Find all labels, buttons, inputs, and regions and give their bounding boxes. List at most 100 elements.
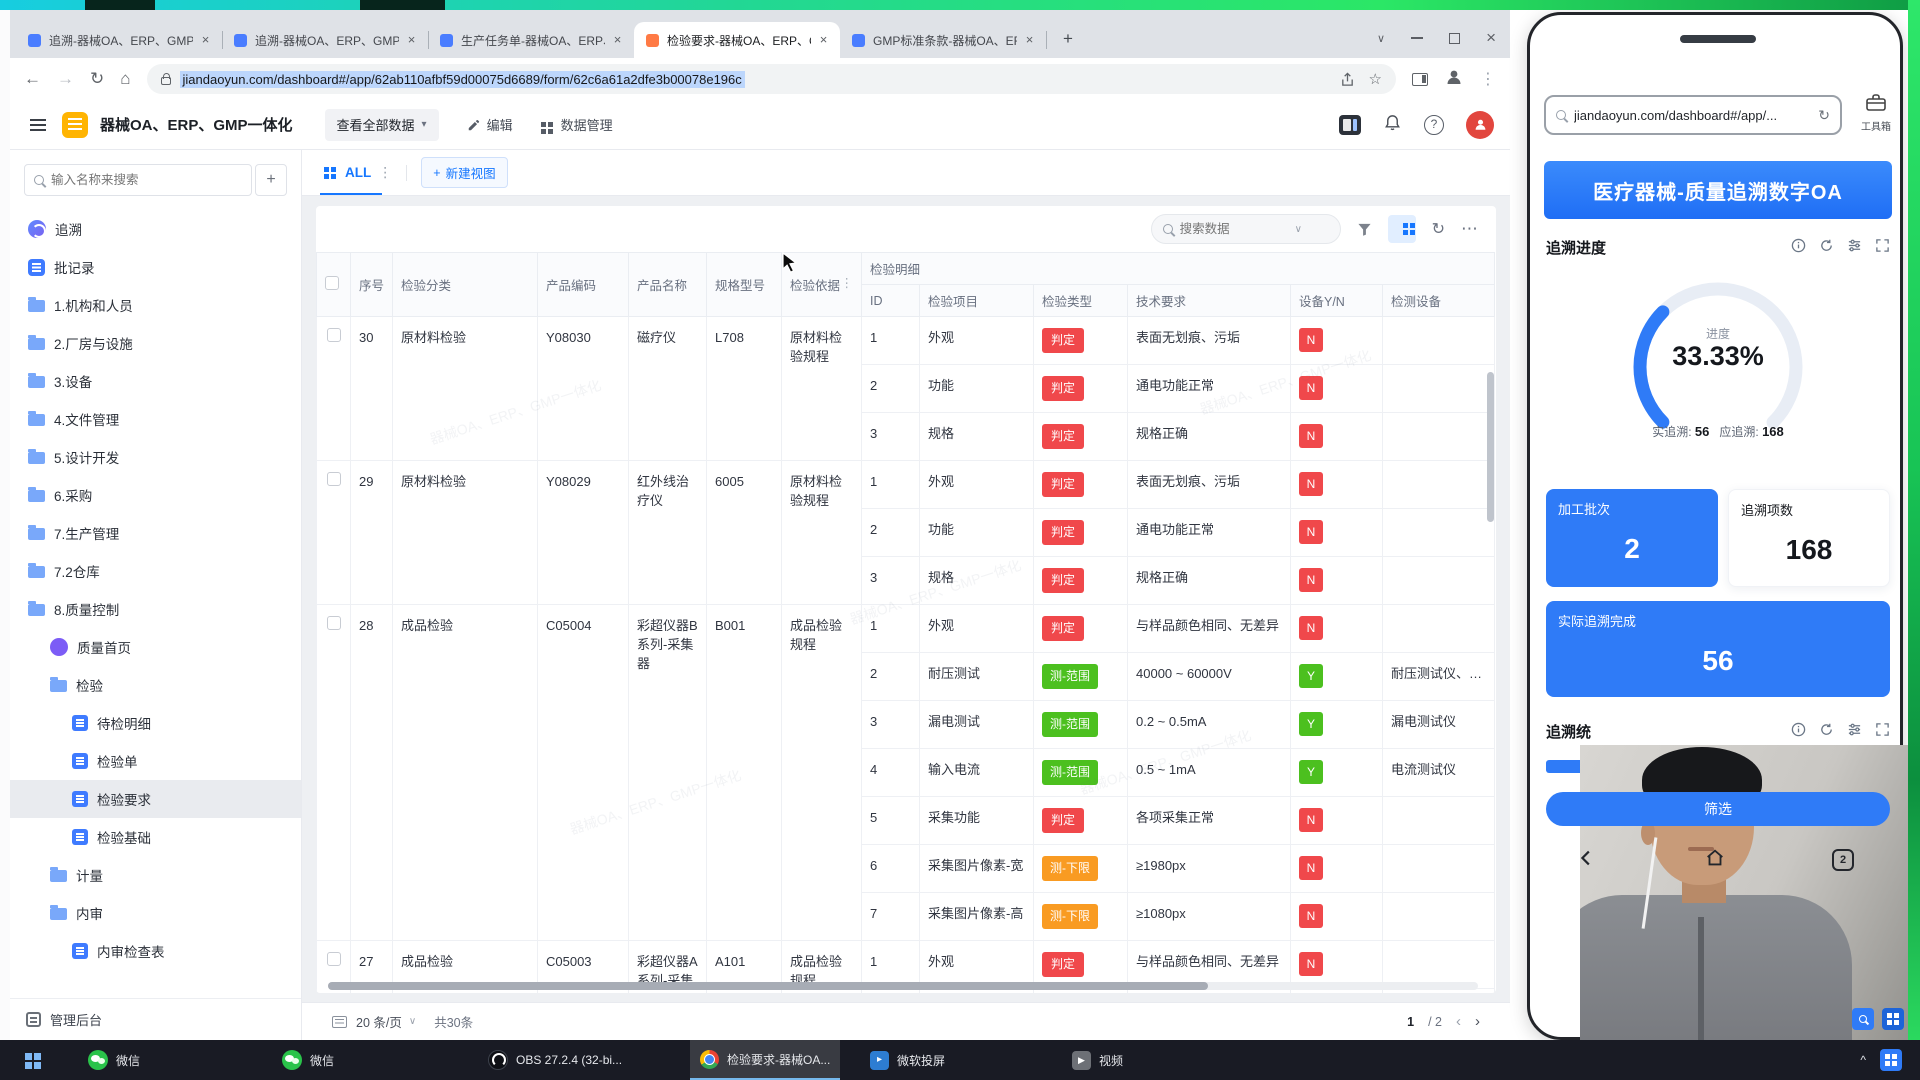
column-header[interactable]: 设备Y/N bbox=[1291, 285, 1383, 317]
scrollbar-thumb[interactable] bbox=[328, 982, 1208, 990]
phone-reload-icon[interactable]: ↻ bbox=[1818, 107, 1830, 124]
data-management-button[interactable]: 数据管理 bbox=[541, 115, 613, 134]
chevron-down-icon[interactable]: ∨ bbox=[1295, 224, 1302, 235]
profile-icon[interactable] bbox=[1444, 67, 1464, 92]
column-header[interactable]: 规格型号 bbox=[707, 253, 782, 317]
tab-all-view[interactable]: ALL ⋮ bbox=[324, 150, 392, 195]
column-header[interactable]: 序号 bbox=[351, 253, 393, 317]
close-tab-icon[interactable]: × bbox=[1021, 32, 1038, 49]
bookmark-star-icon[interactable]: ☆ bbox=[1369, 70, 1382, 88]
sidebar-search[interactable] bbox=[24, 164, 252, 196]
tray-app-icon[interactable] bbox=[1880, 1049, 1902, 1071]
filter-icon[interactable] bbox=[1357, 222, 1372, 237]
sidebar-item[interactable]: 计量 bbox=[10, 856, 301, 894]
sidebar-item[interactable]: 4.文件管理 bbox=[10, 400, 301, 438]
chevron-down-icon[interactable]: ∨ bbox=[409, 1016, 416, 1027]
refresh-icon[interactable]: ↻ bbox=[1432, 219, 1445, 239]
stat-card-batches[interactable]: 加工批次 2 bbox=[1546, 489, 1718, 587]
sidebar-item[interactable]: 质量首页 bbox=[10, 628, 301, 666]
sheet-view-icon[interactable] bbox=[1388, 215, 1416, 243]
info-icon[interactable] bbox=[1791, 238, 1806, 257]
taskbar-item[interactable]: 检验要求-器械OA... bbox=[690, 1040, 840, 1080]
back-icon[interactable]: ← bbox=[24, 69, 41, 89]
edit-button[interactable]: 编辑 bbox=[467, 115, 513, 134]
expand-icon[interactable] bbox=[1875, 722, 1890, 741]
column-header[interactable]: 产品编码 bbox=[538, 253, 629, 317]
sidebar-item[interactable]: 检验 bbox=[10, 666, 301, 704]
hamburger-icon[interactable] bbox=[30, 124, 46, 126]
column-header[interactable]: 产品名称 bbox=[629, 253, 707, 317]
more-icon[interactable]: ⋯ bbox=[1461, 219, 1478, 239]
add-button[interactable]: + bbox=[255, 164, 287, 196]
address-bar[interactable]: jiandaoyun.com/dashboard#/app/62ab110afb… bbox=[147, 64, 1396, 94]
nav-home-icon[interactable] bbox=[1704, 847, 1726, 874]
column-header[interactable]: 检测设备 bbox=[1383, 285, 1495, 317]
share-icon[interactable] bbox=[1340, 72, 1355, 87]
browser-tab[interactable]: 追溯-器械OA、ERP、GMP一体...× bbox=[222, 22, 428, 58]
sidebar-item[interactable]: 7.2仓库 bbox=[10, 552, 301, 590]
sidebar-item[interactable]: 3.设备 bbox=[10, 362, 301, 400]
sidebar-item[interactable]: 待检明细 bbox=[10, 704, 301, 742]
close-tab-icon[interactable]: × bbox=[815, 32, 832, 49]
notification-bell-icon[interactable] bbox=[1383, 113, 1402, 137]
column-header[interactable]: 检验类型 bbox=[1034, 285, 1128, 317]
close-window-icon[interactable]: × bbox=[1486, 28, 1496, 48]
row-checkbox[interactable] bbox=[327, 328, 341, 342]
sidebar-item[interactable]: 5.设计开发 bbox=[10, 438, 301, 476]
nav-tabs-icon[interactable]: 2 bbox=[1832, 849, 1854, 871]
reload-icon[interactable]: ↻ bbox=[90, 69, 104, 89]
settings-sliders-icon[interactable] bbox=[1847, 722, 1862, 741]
browser-tab[interactable]: 追溯-器械OA、ERP、GMP一体...× bbox=[16, 22, 222, 58]
new-tab-button[interactable]: + bbox=[1054, 26, 1082, 54]
sidebar-item[interactable]: 检验基础 bbox=[10, 818, 301, 856]
portal-icon[interactable] bbox=[1339, 115, 1361, 135]
column-menu-icon[interactable]: ⋮ bbox=[841, 275, 854, 290]
row-checkbox[interactable] bbox=[327, 952, 341, 966]
table-search[interactable]: ∨ bbox=[1151, 214, 1341, 244]
browser-menu-icon[interactable]: ⋮ bbox=[1480, 69, 1496, 89]
sidebar-search-input[interactable] bbox=[51, 173, 221, 187]
float-grid-button[interactable] bbox=[1882, 1008, 1904, 1030]
select-all-checkbox[interactable] bbox=[325, 276, 339, 290]
float-search-button[interactable] bbox=[1852, 1008, 1874, 1030]
nav-back-icon[interactable] bbox=[1576, 847, 1598, 874]
browser-tab[interactable]: 生产任务单-器械OA、ERP、GM...× bbox=[428, 22, 634, 58]
info-icon[interactable] bbox=[1791, 722, 1806, 741]
expand-icon[interactable] bbox=[1875, 238, 1890, 257]
maximize-icon[interactable] bbox=[1449, 33, 1460, 44]
horizontal-scrollbar[interactable] bbox=[328, 982, 1478, 990]
sidebar-item[interactable]: 内审 bbox=[10, 894, 301, 932]
sidebar-item[interactable]: 1.机构和人员 bbox=[10, 286, 301, 324]
refresh-icon[interactable] bbox=[1819, 722, 1834, 741]
sidebar-item[interactable]: 批记录 bbox=[10, 248, 301, 286]
sidebar-item[interactable]: 内审检查表 bbox=[10, 932, 301, 970]
tab-search-icon[interactable]: ∨ bbox=[1377, 32, 1385, 45]
taskbar-item[interactable]: OBS 27.2.4 (32-bi... bbox=[478, 1040, 632, 1080]
sidebar-item[interactable]: 追溯 bbox=[10, 210, 301, 248]
stat-card-trace-items[interactable]: 追溯项数 168 bbox=[1728, 489, 1890, 587]
sidebar-item[interactable]: 检验单 bbox=[10, 742, 301, 780]
taskbar-item[interactable]: ▸微软投屏 bbox=[860, 1040, 955, 1080]
page-size-select[interactable]: 20 条/页 bbox=[356, 1012, 402, 1031]
column-header[interactable]: ID bbox=[862, 285, 920, 317]
current-page[interactable]: 1 bbox=[1407, 1015, 1414, 1029]
taskbar-item[interactable]: 微信 bbox=[272, 1040, 344, 1080]
table-search-input[interactable] bbox=[1180, 222, 1288, 236]
home-icon[interactable]: ⌂ bbox=[120, 69, 130, 89]
admin-console-link[interactable]: 管理后台 bbox=[10, 998, 301, 1040]
toolbox-button[interactable]: 工具箱 bbox=[1852, 91, 1900, 133]
sidebar-item[interactable]: 6.采购 bbox=[10, 476, 301, 514]
sidebar-item[interactable]: 2.厂房与设施 bbox=[10, 324, 301, 362]
view-all-data-dropdown[interactable]: 查看全部数据▾ bbox=[325, 109, 439, 141]
prev-page-icon[interactable]: ‹ bbox=[1456, 1013, 1461, 1030]
column-header[interactable]: 技术要求 bbox=[1128, 285, 1291, 317]
side-panel-icon[interactable] bbox=[1412, 73, 1428, 86]
help-icon[interactable]: ? bbox=[1424, 115, 1444, 135]
column-header[interactable]: 检验分类 bbox=[393, 253, 538, 317]
column-header[interactable]: 检验项目 bbox=[920, 285, 1034, 317]
next-page-icon[interactable]: › bbox=[1475, 1013, 1480, 1030]
refresh-icon[interactable] bbox=[1819, 238, 1834, 257]
view-options-icon[interactable]: ⋮ bbox=[378, 164, 392, 181]
vertical-scrollbar[interactable] bbox=[1487, 372, 1494, 522]
new-view-button[interactable]: + 新建视图 bbox=[421, 157, 507, 188]
